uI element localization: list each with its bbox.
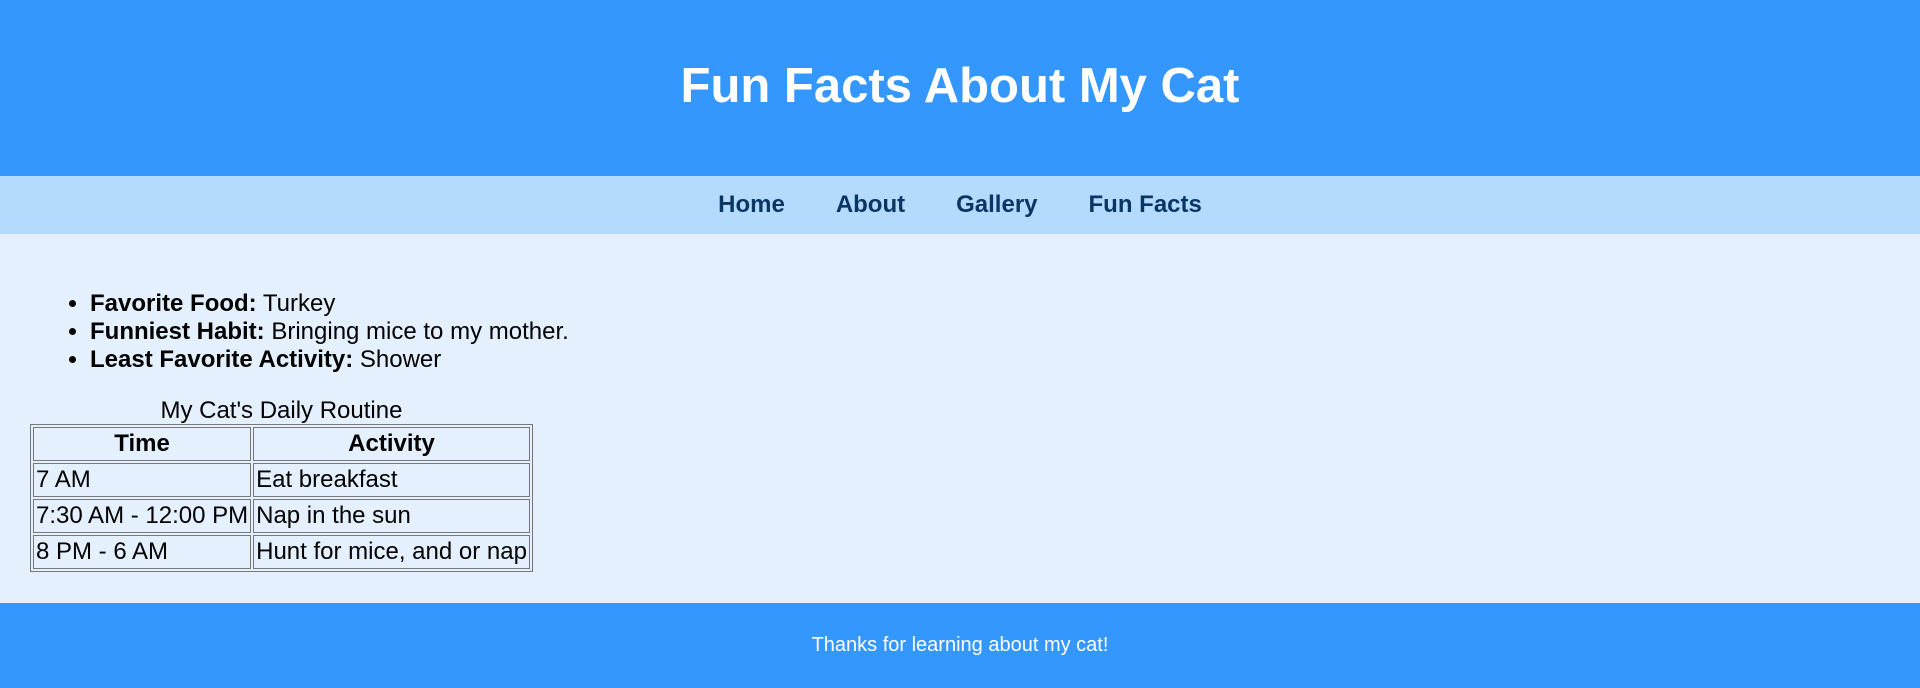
fact-value: Shower <box>359 346 442 373</box>
table-caption: My Cat's Daily Routine <box>160 397 403 424</box>
routine-table: Time Activity 7 AM Eat breakfast 7:30 AM… <box>30 424 533 572</box>
list-item: Least Favorite Activity: Shower <box>90 346 1920 374</box>
fact-label: Favorite Food: <box>90 290 257 317</box>
nav-link-home[interactable]: Home <box>718 191 785 219</box>
nav-link-gallery[interactable]: Gallery <box>956 191 1037 219</box>
column-header-activity: Activity <box>253 427 530 461</box>
column-header-time: Time <box>33 427 252 461</box>
table-header-row: Time Activity <box>33 427 530 461</box>
table-cell-activity: Eat breakfast <box>253 463 530 497</box>
nav-link-fun-facts[interactable]: Fun Facts <box>1089 191 1202 219</box>
main-nav: Home About Gallery Fun Facts <box>0 176 1920 234</box>
table-cell-time: 7:30 AM - 12:00 PM <box>33 499 252 533</box>
table-cell-time: 7 AM <box>33 463 252 497</box>
fact-value: Turkey <box>262 290 336 317</box>
table-row: 7:30 AM - 12:00 PM Nap in the sun <box>33 499 530 533</box>
footer-text: Thanks for learning about my cat! <box>811 634 1109 656</box>
table-cell-activity: Hunt for mice, and or nap <box>253 535 530 569</box>
table-row: 7 AM Eat breakfast <box>33 463 530 497</box>
routine-table-wrapper: My Cat's Daily Routine Time Activity 7 A… <box>30 398 533 572</box>
nav-link-about[interactable]: About <box>836 191 905 219</box>
list-item: Favorite Food: Turkey <box>90 290 1920 318</box>
main-content: Favorite Food: Turkey Funniest Habit: Br… <box>0 234 1920 603</box>
page-title: Fun Facts About My Cat <box>680 58 1240 113</box>
table-row: 8 PM - 6 AM Hunt for mice, and or nap <box>33 535 530 569</box>
page-header: Fun Facts About My Cat <box>0 0 1920 176</box>
fact-label: Funniest Habit: <box>90 318 265 345</box>
page-footer: Thanks for learning about my cat! <box>0 603 1920 688</box>
facts-list: Favorite Food: Turkey Funniest Habit: Br… <box>30 290 1920 374</box>
fact-label: Least Favorite Activity: <box>90 346 354 373</box>
table-cell-time: 8 PM - 6 AM <box>33 535 252 569</box>
table-cell-activity: Nap in the sun <box>253 499 530 533</box>
fact-value: Bringing mice to my mother. <box>271 318 569 345</box>
list-item: Funniest Habit: Bringing mice to my moth… <box>90 318 1920 346</box>
